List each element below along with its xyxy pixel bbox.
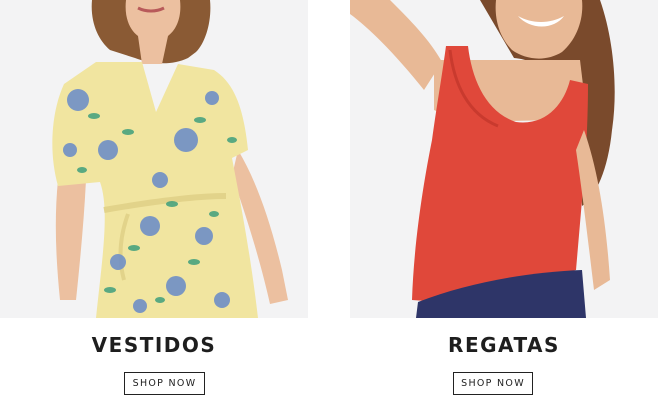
- shop-now-button[interactable]: SHOP NOW: [124, 372, 205, 395]
- category-card-vestidos[interactable]: VESTIDOS SHOP NOW: [0, 0, 308, 403]
- shop-now-button[interactable]: SHOP NOW: [453, 372, 533, 395]
- category-title: VESTIDOS: [91, 333, 217, 357]
- vestidos-image[interactable]: [0, 0, 308, 318]
- regatas-image[interactable]: [350, 0, 658, 318]
- category-card-regatas[interactable]: REGATAS SHOP NOW: [350, 0, 658, 403]
- category-title: REGATAS: [448, 333, 560, 357]
